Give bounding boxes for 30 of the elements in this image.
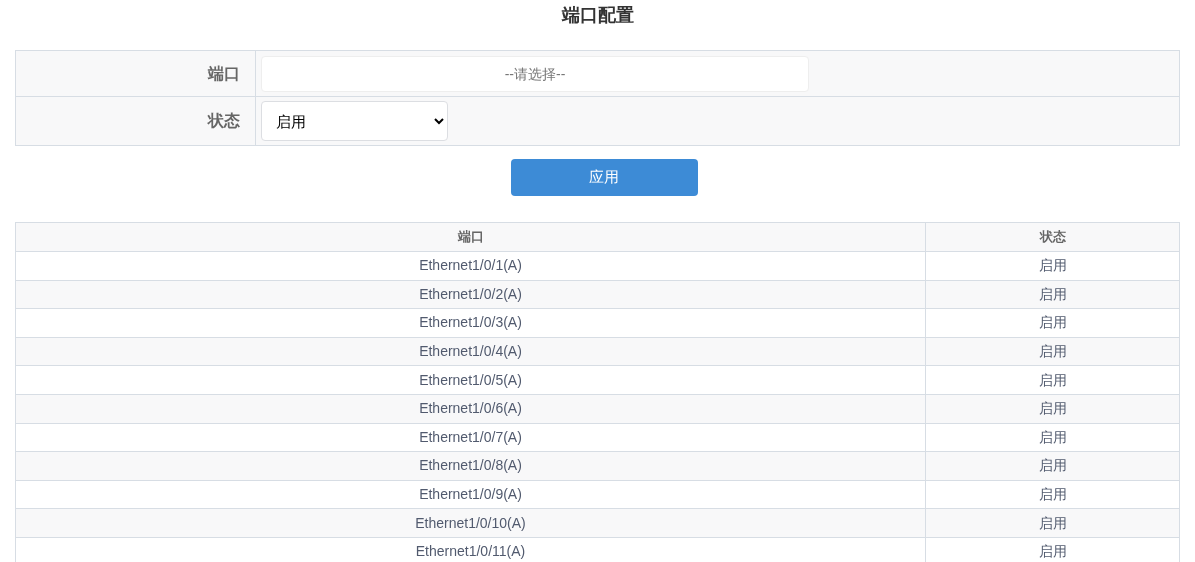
table-cell: Ethernet1/0/7(A) [16, 423, 926, 452]
column-header: 端口 [16, 223, 926, 251]
table-cell-text: 启用 [1037, 456, 1068, 476]
port-select-field[interactable]: --请选择-- [261, 55, 809, 92]
table-cell: Ethernet1/0/4(A) [16, 337, 926, 366]
table-cell-text: 启用 [1037, 256, 1068, 276]
table-cell: Ethernet1/0/3(A) [16, 309, 926, 337]
apply-button[interactable]: 应用 [510, 159, 698, 196]
table-cell: Ethernet1/0/10(A) [16, 509, 926, 537]
port-label: 端口 [208, 63, 240, 84]
table-cell: Ethernet1/0/1(A) [16, 252, 926, 280]
table-cell-text: 启用 [1037, 427, 1068, 447]
table-cell-text: 启用 [1037, 513, 1068, 533]
column-header: 状态 [1038, 228, 1067, 247]
status-label: 状态 [208, 111, 240, 131]
table-cell-text: 启用 [1037, 313, 1068, 333]
table-cell: Ethernet1/0/11(A) [16, 537, 926, 562]
table-cell-text: 启用 [1037, 370, 1068, 390]
table-cell-text: 启用 [1037, 399, 1068, 419]
table-cell: Ethernet1/0/2(A) [16, 280, 926, 309]
table-cell-text: 启用 [1037, 342, 1068, 362]
table-cell: Ethernet1/0/9(A) [16, 480, 926, 509]
table-cell-text: 启用 [1037, 284, 1068, 304]
table-cell-text: 启用 [1037, 485, 1068, 505]
status-dropdown[interactable]: 启用 [261, 101, 448, 141]
page-title: 端口配置 [561, 4, 634, 27]
table-cell: Ethernet1/0/8(A) [16, 452, 926, 480]
table-cell: Ethernet1/0/5(A) [16, 366, 926, 394]
table-cell-text: 启用 [1037, 542, 1068, 562]
table-cell: Ethernet1/0/6(A) [16, 394, 926, 423]
